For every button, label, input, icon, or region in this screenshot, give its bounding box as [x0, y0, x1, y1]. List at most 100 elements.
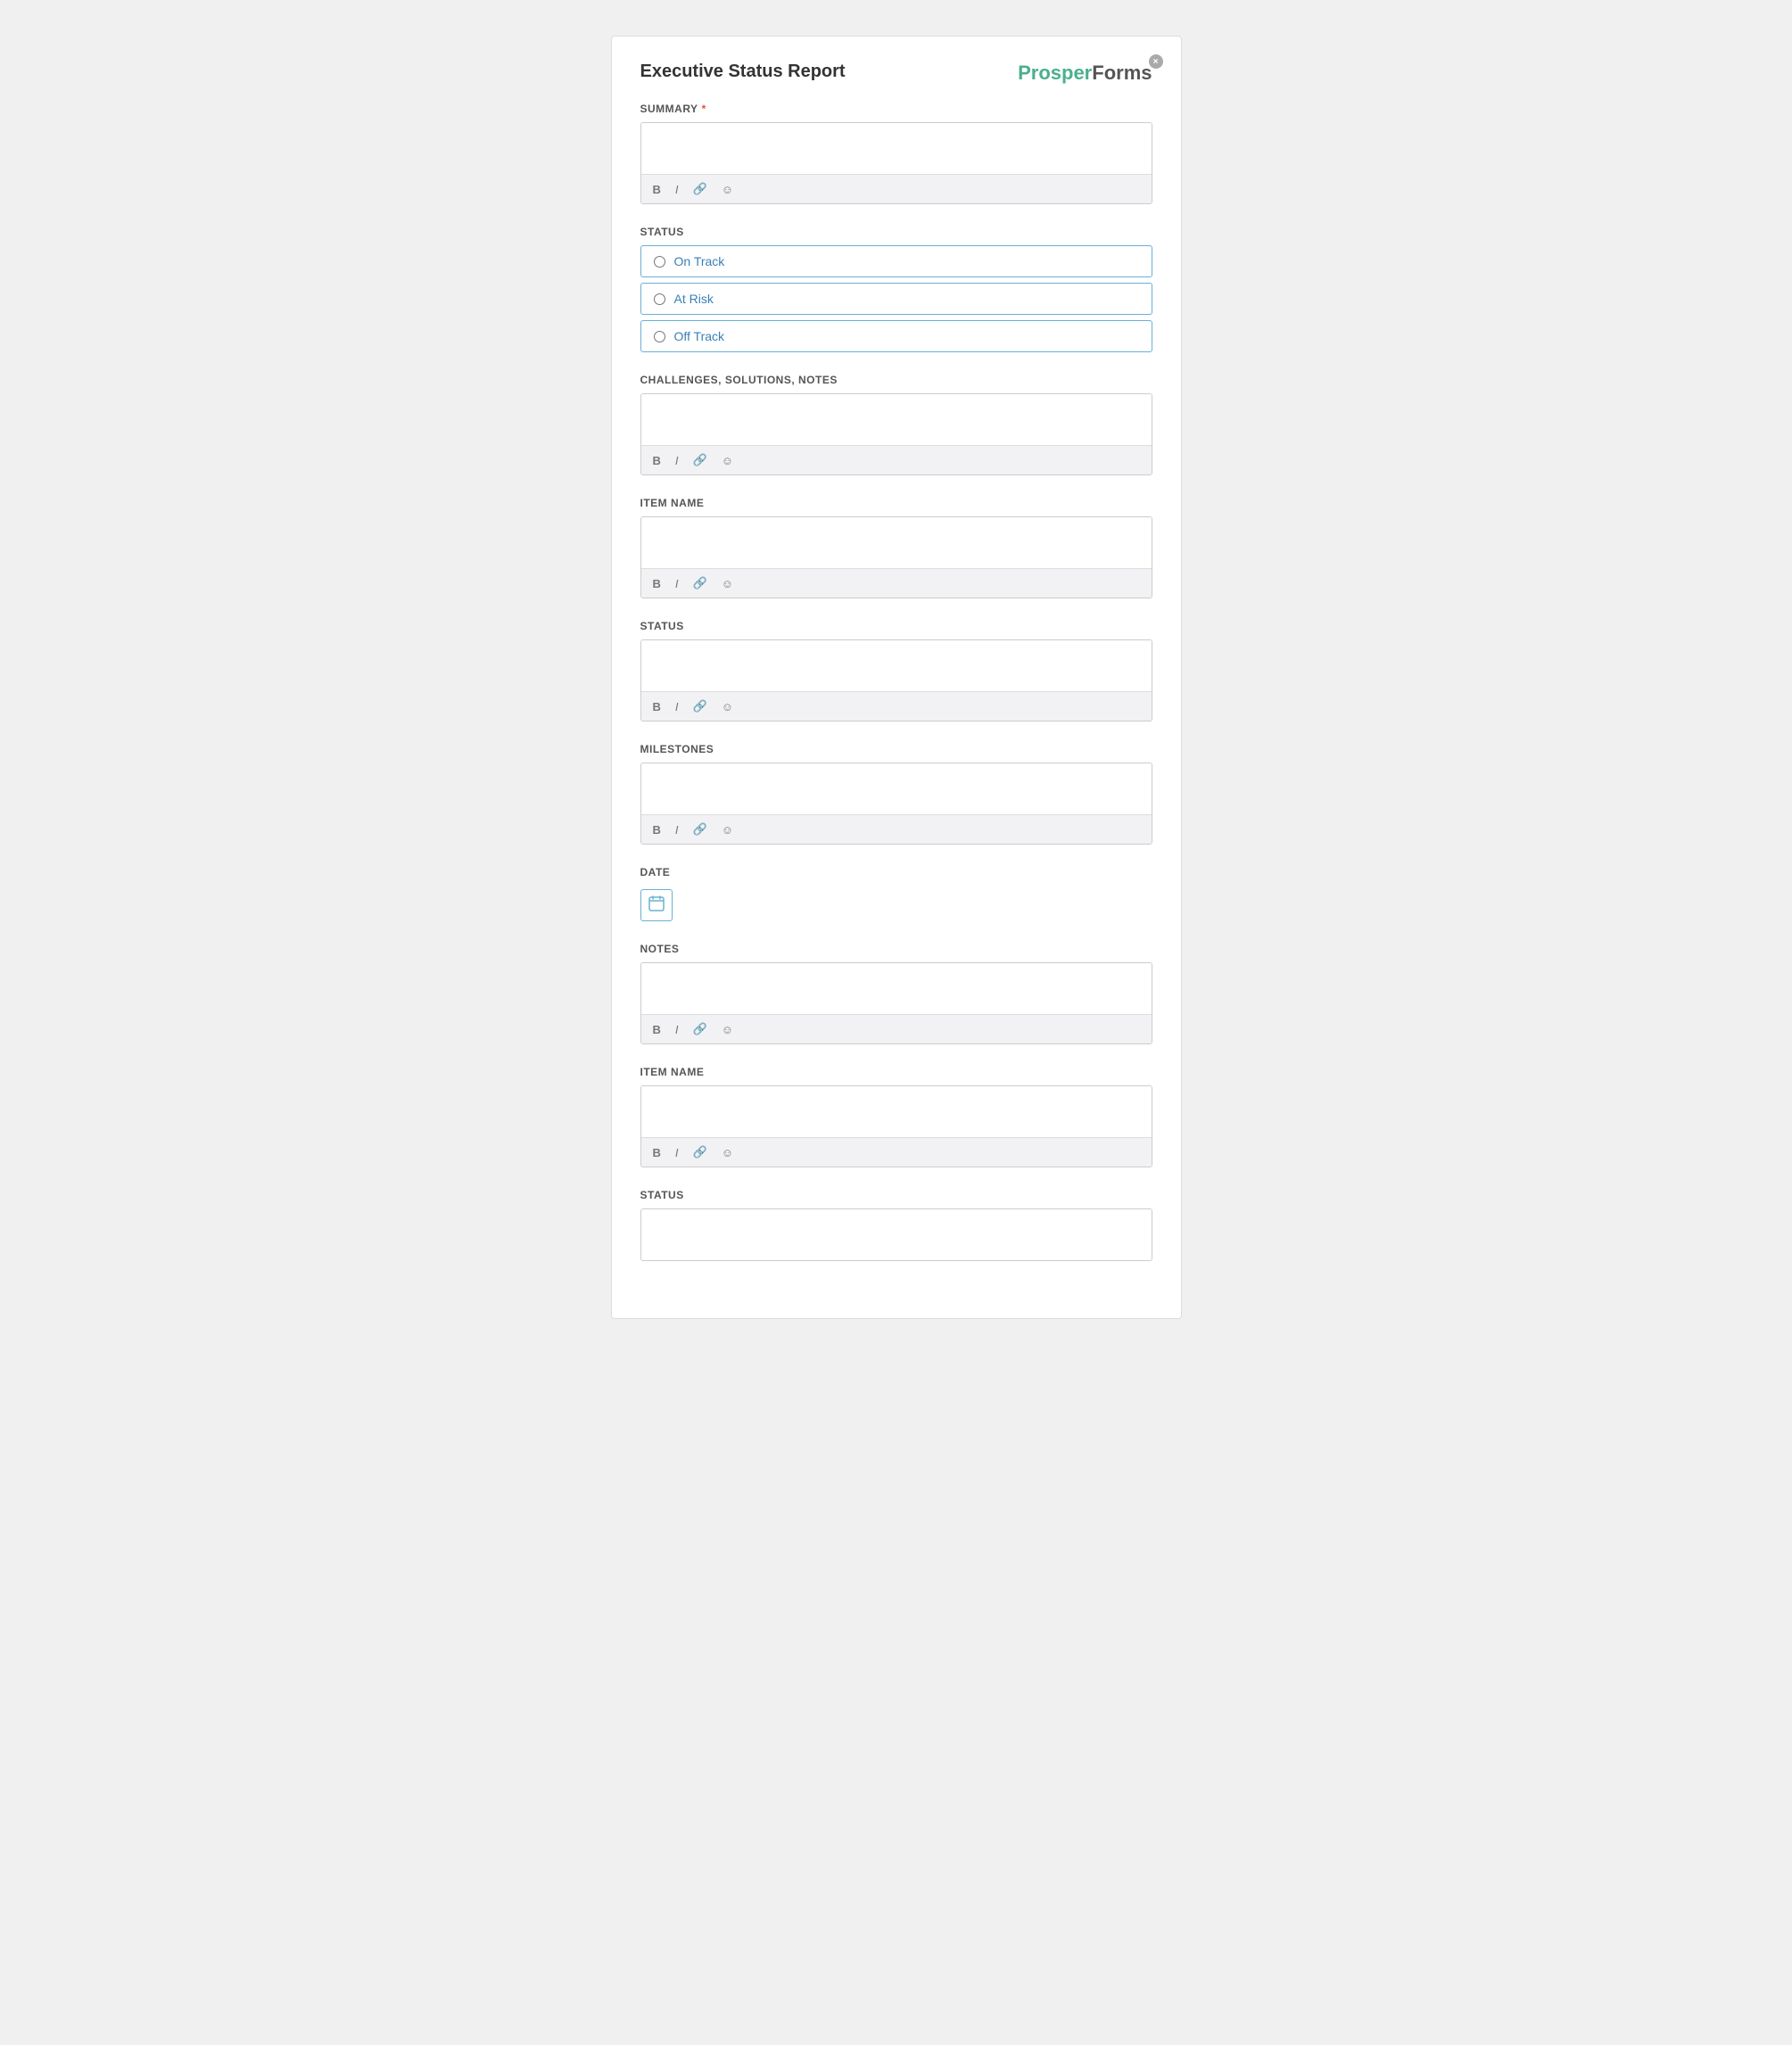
italic-icon: I	[675, 183, 679, 196]
status2-textarea[interactable]	[641, 640, 1152, 687]
status-section: STATUS On Track At Risk Off Track	[640, 226, 1152, 352]
milestones-link-btn[interactable]: 🔗	[690, 820, 710, 838]
status2-bold-btn[interactable]: B	[650, 698, 664, 715]
challenges-link-btn[interactable]: 🔗	[690, 451, 710, 469]
calendar-icon	[648, 895, 665, 916]
link-icon: 🔗	[693, 182, 707, 196]
radio-off-track[interactable]: Off Track	[640, 320, 1152, 352]
status2-rich-text: B I 🔗 ☺	[640, 639, 1152, 722]
challenges-bold-btn[interactable]: B	[650, 452, 664, 469]
brand-logo: Prosper Forms ×	[1018, 62, 1152, 85]
summary-label: SUMMARY*	[640, 103, 1152, 115]
notes-section: NOTES B I 🔗 ☺	[640, 943, 1152, 1044]
challenges-emoji-btn[interactable]: ☺	[719, 452, 736, 469]
milestones-bold-btn[interactable]: B	[650, 821, 664, 838]
challenges-label: CHALLENGES, SOLUTIONS, NOTES	[640, 374, 1152, 386]
summary-link-btn[interactable]: 🔗	[690, 180, 710, 198]
link-icon: 🔗	[693, 699, 707, 713]
radio-on-track-label: On Track	[674, 254, 725, 268]
milestones-section: MILESTONES B I 🔗 ☺	[640, 743, 1152, 845]
bold-icon: B	[653, 823, 661, 837]
summary-rich-text: B I 🔗 ☺	[640, 122, 1152, 204]
status2-section: STATUS B I 🔗 ☺	[640, 620, 1152, 722]
emoji-icon: ☺	[722, 1023, 733, 1036]
italic-icon: I	[675, 1023, 679, 1036]
summary-section: SUMMARY* B I 🔗 ☺	[640, 103, 1152, 204]
status2-label: STATUS	[640, 620, 1152, 632]
brand-prosper: Prosper	[1018, 62, 1092, 85]
form-header: Executive Status Report Prosper Forms ×	[640, 62, 1152, 85]
summary-bold-btn[interactable]: B	[650, 181, 664, 198]
item-name2-rich-text: B I 🔗 ☺	[640, 1085, 1152, 1167]
item-name2-bold-btn[interactable]: B	[650, 1144, 664, 1161]
challenges-rich-text: B I 🔗 ☺	[640, 393, 1152, 475]
status3-rich-text	[640, 1208, 1152, 1261]
italic-icon: I	[675, 1146, 679, 1159]
item-name-label: ITEM NAME	[640, 497, 1152, 509]
status3-section: STATUS	[640, 1189, 1152, 1261]
item-name-link-btn[interactable]: 🔗	[690, 574, 710, 592]
radio-at-risk-input[interactable]	[654, 293, 665, 305]
radio-on-track[interactable]: On Track	[640, 245, 1152, 277]
link-icon: 🔗	[693, 453, 707, 467]
challenges-toolbar: B I 🔗 ☺	[641, 445, 1152, 474]
summary-textarea[interactable]	[641, 123, 1152, 169]
bold-icon: B	[653, 454, 661, 467]
date-picker-button[interactable]	[640, 889, 673, 921]
link-icon: 🔗	[693, 576, 707, 590]
radio-at-risk-label: At Risk	[674, 292, 714, 306]
emoji-icon: ☺	[722, 577, 733, 590]
bold-icon: B	[653, 700, 661, 713]
status2-link-btn[interactable]: 🔗	[690, 697, 710, 715]
close-icon[interactable]: ×	[1149, 54, 1163, 69]
notes-toolbar: B I 🔗 ☺	[641, 1014, 1152, 1043]
link-icon: 🔗	[693, 1145, 707, 1159]
item-name-section: ITEM NAME B I 🔗 ☺	[640, 497, 1152, 598]
item-name2-section: ITEM NAME B I 🔗 ☺	[640, 1066, 1152, 1167]
emoji-icon: ☺	[722, 454, 733, 467]
radio-at-risk[interactable]: At Risk	[640, 283, 1152, 315]
notes-bold-btn[interactable]: B	[650, 1021, 664, 1038]
summary-emoji-btn[interactable]: ☺	[719, 181, 736, 198]
milestones-textarea[interactable]	[641, 763, 1152, 810]
summary-toolbar: B I 🔗 ☺	[641, 174, 1152, 203]
challenges-italic-btn[interactable]: I	[673, 452, 681, 469]
notes-textarea[interactable]	[641, 963, 1152, 1010]
milestones-label: MILESTONES	[640, 743, 1152, 755]
status-label: STATUS	[640, 226, 1152, 238]
notes-label: NOTES	[640, 943, 1152, 955]
notes-link-btn[interactable]: 🔗	[690, 1020, 710, 1038]
notes-italic-btn[interactable]: I	[673, 1021, 681, 1038]
item-name-italic-btn[interactable]: I	[673, 575, 681, 592]
bold-icon: B	[653, 1023, 661, 1036]
item-name2-link-btn[interactable]: 🔗	[690, 1143, 710, 1161]
emoji-icon: ☺	[722, 823, 733, 837]
radio-off-track-input[interactable]	[654, 331, 665, 342]
milestones-italic-btn[interactable]: I	[673, 821, 681, 838]
item-name2-label: ITEM NAME	[640, 1066, 1152, 1078]
italic-icon: I	[675, 577, 679, 590]
emoji-icon: ☺	[722, 1146, 733, 1159]
radio-off-track-label: Off Track	[674, 329, 725, 343]
item-name2-italic-btn[interactable]: I	[673, 1144, 681, 1161]
item-name2-emoji-btn[interactable]: ☺	[719, 1144, 736, 1161]
radio-on-track-input[interactable]	[654, 256, 665, 268]
item-name-emoji-btn[interactable]: ☺	[719, 575, 736, 592]
milestones-emoji-btn[interactable]: ☺	[719, 821, 736, 838]
status2-emoji-btn[interactable]: ☺	[719, 698, 736, 715]
link-icon: 🔗	[693, 1022, 707, 1036]
item-name-rich-text: B I 🔗 ☺	[640, 516, 1152, 598]
brand-forms: Forms	[1092, 62, 1152, 85]
italic-icon: I	[675, 823, 679, 837]
date-label: DATE	[640, 866, 1152, 878]
status2-italic-btn[interactable]: I	[673, 698, 681, 715]
notes-emoji-btn[interactable]: ☺	[719, 1021, 736, 1038]
item-name2-textarea[interactable]	[641, 1086, 1152, 1133]
status3-textarea[interactable]	[641, 1209, 1152, 1256]
summary-italic-btn[interactable]: I	[673, 181, 681, 198]
item-name-bold-btn[interactable]: B	[650, 575, 664, 592]
challenges-textarea[interactable]	[641, 394, 1152, 441]
item-name2-toolbar: B I 🔗 ☺	[641, 1137, 1152, 1167]
item-name-textarea[interactable]	[641, 517, 1152, 564]
bold-icon: B	[653, 183, 661, 196]
